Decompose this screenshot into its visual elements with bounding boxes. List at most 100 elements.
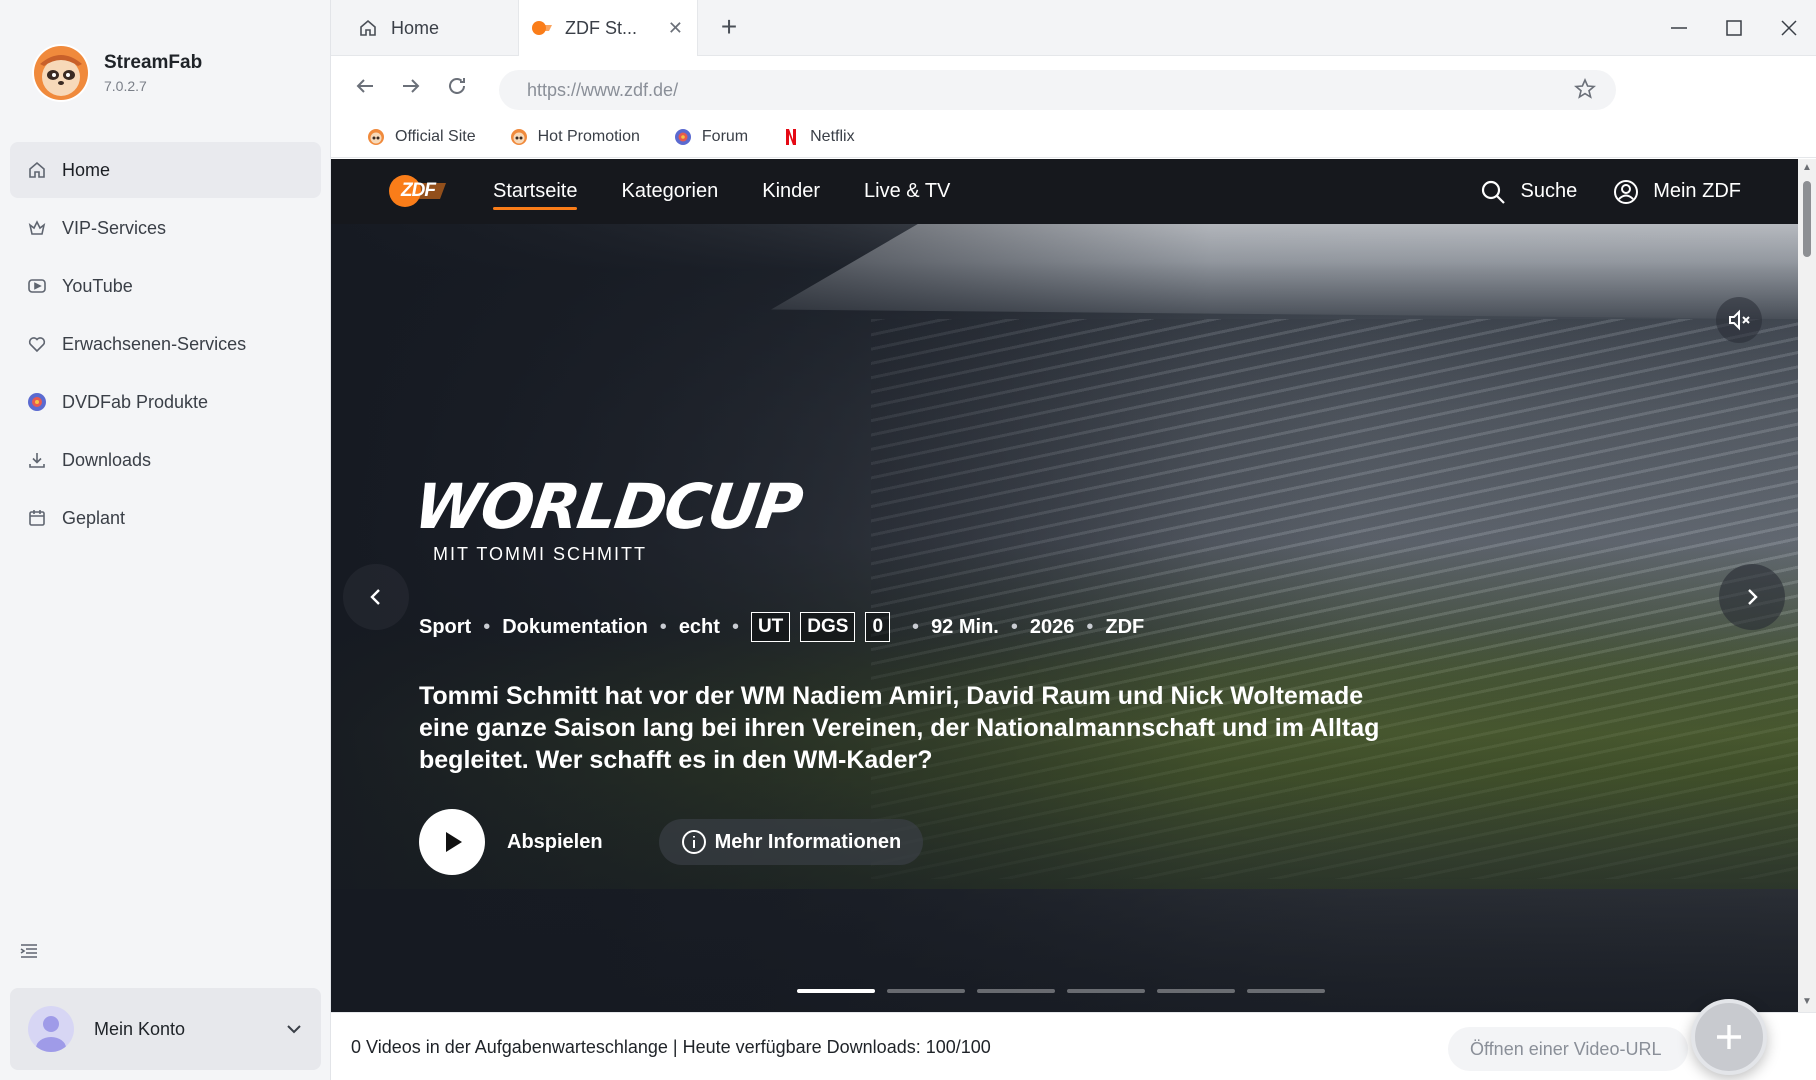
carousel-next-button[interactable] xyxy=(1719,564,1785,630)
heart-icon xyxy=(26,333,48,355)
app-version: 7.0.2.7 xyxy=(104,78,147,94)
sidebar-item-home[interactable]: Home xyxy=(10,142,321,198)
scroll-thumb[interactable] xyxy=(1803,181,1811,257)
tab-bar: Home ZDF St... ✕ + xyxy=(331,0,1816,56)
home-icon xyxy=(26,159,48,181)
url-bar[interactable]: https://www.zdf.de/ xyxy=(499,70,1616,110)
new-tab-button[interactable]: + xyxy=(714,13,744,43)
zdf-nav-kinder[interactable]: Kinder xyxy=(762,159,820,224)
carousel-dot[interactable] xyxy=(797,989,875,993)
calendar-icon xyxy=(26,507,48,529)
meta-separator: • xyxy=(1010,615,1018,638)
meta-genre: Sport xyxy=(419,615,472,638)
sidebar-item-adult-services[interactable]: Erwachsenen-Services xyxy=(10,316,321,372)
play-label[interactable]: Abspielen xyxy=(507,831,603,854)
home-icon xyxy=(357,17,379,39)
minimize-button[interactable] xyxy=(1651,0,1706,56)
collapse-sidebar-icon[interactable] xyxy=(18,940,42,964)
reload-icon[interactable] xyxy=(445,74,471,100)
sidebar-item-vip-services[interactable]: VIP-Services xyxy=(10,200,321,256)
zdf-nav-kategorien[interactable]: Kategorien xyxy=(621,159,718,224)
meta-tag: echt xyxy=(678,615,720,638)
dvdfab-icon xyxy=(674,128,692,146)
netflix-icon xyxy=(782,128,800,146)
carousel-prev-button[interactable] xyxy=(343,564,409,630)
mute-button[interactable] xyxy=(1716,297,1762,343)
zdf-account-button[interactable]: Mein ZDF xyxy=(1613,179,1741,205)
sidebar-item-label: Geplant xyxy=(62,507,126,528)
show-logo-title: WORLDCUP xyxy=(409,470,806,543)
carousel-indicators xyxy=(797,989,1337,993)
forward-icon[interactable] xyxy=(399,74,425,100)
close-window-button[interactable] xyxy=(1761,0,1816,56)
url-text: https://www.zdf.de/ xyxy=(527,79,679,100)
bookmark-label: Hot Promotion xyxy=(537,127,640,145)
zdf-search-button[interactable]: Suche xyxy=(1480,179,1577,205)
carousel-dot[interactable] xyxy=(1247,989,1325,993)
speaker-muted-icon xyxy=(1729,309,1750,331)
window-controls xyxy=(1651,0,1816,56)
zdf-logo-text: ZDF xyxy=(401,180,436,201)
open-video-url-input[interactable]: Öffnen einer Video-URL xyxy=(1448,1027,1688,1071)
more-info-label: Mehr Informationen xyxy=(714,830,902,853)
carousel-dot[interactable] xyxy=(1157,989,1235,993)
scroll-down-icon[interactable]: ▼ xyxy=(1802,997,1812,1007)
meta-duration: 92 Min. xyxy=(931,615,999,638)
carousel-dot[interactable] xyxy=(887,989,965,993)
close-tab-icon[interactable]: ✕ xyxy=(668,18,683,39)
show-description: Tommi Schmitt hat vor der WM Nadiem Amir… xyxy=(419,682,1380,774)
meta-separator: • xyxy=(659,615,667,638)
meta-separator: • xyxy=(731,615,739,638)
bookmark-label: Forum xyxy=(701,127,749,145)
user-icon xyxy=(1614,179,1639,204)
meta-channel: ZDF xyxy=(1105,615,1145,638)
vip-icon xyxy=(26,217,48,239)
zdf-nav: Startseite Kategorien Kinder Live & TV xyxy=(493,159,994,224)
maximize-button[interactable] xyxy=(1706,0,1761,56)
account-menu[interactable]: Mein Konto xyxy=(10,988,321,1070)
bookmark-netflix[interactable]: Netflix xyxy=(782,127,855,146)
bookmark-star-icon[interactable] xyxy=(1573,77,1598,102)
age-rating-badge: 0 xyxy=(865,612,891,642)
web-scrollbar[interactable]: ▲ ▼ xyxy=(1798,159,1816,1012)
show-logo: WORLDCUP MIT TOMMI SCHMITT xyxy=(410,470,805,565)
streamfab-icon xyxy=(510,128,528,146)
zdf-nav-startseite[interactable]: Startseite xyxy=(493,159,578,224)
dvdfab-icon xyxy=(26,391,48,413)
bookmark-hot-promotion[interactable]: Hot Promotion xyxy=(510,128,640,146)
zdf-nav-live-tv[interactable]: Live & TV xyxy=(864,159,950,224)
tab-zdf[interactable]: ZDF St... ✕ xyxy=(518,0,698,56)
back-icon[interactable] xyxy=(353,74,379,100)
info-icon xyxy=(681,830,706,854)
sidebar-item-scheduled[interactable]: Geplant xyxy=(10,490,321,546)
sidebar-item-youtube[interactable]: YouTube xyxy=(10,258,321,314)
search-icon xyxy=(1482,180,1506,204)
zdf-header: ZDF Startseite Kategorien Kinder Live & … xyxy=(331,159,1798,224)
sidebar-item-dvdfab-products[interactable]: DVDFab Produkte xyxy=(10,374,321,430)
bookmark-forum[interactable]: Forum xyxy=(674,128,748,146)
bookmark-label: Netflix xyxy=(810,127,855,145)
bookmark-official-site[interactable]: Official Site xyxy=(367,128,476,146)
play-button[interactable] xyxy=(419,809,485,875)
sidebar-item-label: Home xyxy=(62,159,111,180)
show-meta: Sport • Dokumentation • echt • UT DGS 0 … xyxy=(419,612,1144,642)
hero-actions: Abspielen Mehr Informationen xyxy=(419,809,924,875)
carousel-dot[interactable] xyxy=(977,989,1055,993)
tab-home[interactable]: Home xyxy=(343,0,518,56)
web-view: ZDF Startseite Kategorien Kinder Live & … xyxy=(331,159,1816,1012)
zdf-logo[interactable]: ZDF xyxy=(388,173,448,209)
sign-language-badge: DGS xyxy=(800,612,856,642)
chevron-right-icon xyxy=(1748,589,1758,605)
sidebar-item-downloads[interactable]: Downloads xyxy=(10,432,321,488)
more-info-button[interactable]: Mehr Informationen xyxy=(658,819,924,865)
browser: Home ZDF St... ✕ + https://www.zdf.de/ O… xyxy=(331,0,1816,1080)
brand: StreamFab 7.0.2.7 xyxy=(32,44,202,102)
carousel-dot[interactable] xyxy=(1067,989,1145,993)
meta-type: Dokumentation xyxy=(502,615,648,638)
add-download-button[interactable] xyxy=(1691,999,1767,1075)
scroll-up-icon[interactable]: ▲ xyxy=(1802,163,1812,173)
sidebar-item-label: YouTube xyxy=(62,275,133,296)
avatar xyxy=(28,1006,74,1052)
queue-status: 0 Videos in der Aufgabenwarteschlange | … xyxy=(351,1037,991,1057)
sidebar-item-label: Erwachsenen-Services xyxy=(62,333,247,354)
